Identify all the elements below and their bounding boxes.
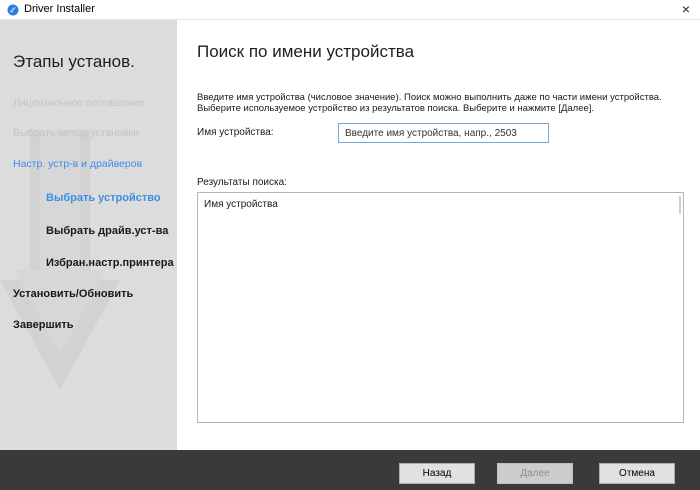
instructions-line-1: Введите имя устройства (числовое значени… <box>197 92 662 103</box>
cancel-button[interactable]: Отмена <box>599 463 675 484</box>
search-results-list[interactable]: Имя устройства <box>197 192 684 423</box>
instructions-line-2: Выберите используемое устройство из резу… <box>197 103 595 114</box>
sidebar-title: Этапы установ. <box>13 52 135 71</box>
step-install-update: Установить/Обновить <box>13 288 134 300</box>
device-name-label: Имя устройства: <box>197 127 274 138</box>
step-printer-settings: Избран.настр.принтера <box>46 257 174 269</box>
footer-bar: Назад Далее Отмена <box>0 450 700 490</box>
page-title: Поиск по имени устройства <box>197 42 415 61</box>
step-finish: Завершить <box>13 319 74 331</box>
instructions-text: Введите имя устройства (числовое значени… <box>197 92 687 114</box>
steps-sidebar: Этапы установ. Лицензионное соглашение В… <box>0 20 177 450</box>
device-name-input[interactable] <box>338 123 549 143</box>
results-scrollbar-thumb[interactable] <box>679 196 681 214</box>
close-icon[interactable]: × <box>672 0 700 20</box>
step-device-driver-settings: Настр. устр-в и драйверов <box>13 158 143 170</box>
step-select-driver: Выбрать драйв.уст-ва <box>46 225 169 237</box>
next-button[interactable]: Далее <box>497 463 573 484</box>
step-license-agreement: Лицензионное соглашение <box>13 97 145 109</box>
step-choose-install-method: Выбрать метод установки <box>13 127 139 139</box>
results-column-header[interactable]: Имя устройства <box>204 199 278 210</box>
driver-installer-icon <box>7 4 19 16</box>
window-title: Driver Installer <box>24 3 95 15</box>
search-results-label: Результаты поиска: <box>197 177 287 188</box>
step-select-device: Выбрать устройство <box>46 192 161 204</box>
title-bar: Driver Installer × <box>0 0 700 20</box>
back-button[interactable]: Назад <box>399 463 475 484</box>
results-scrollbar[interactable] <box>670 193 683 422</box>
